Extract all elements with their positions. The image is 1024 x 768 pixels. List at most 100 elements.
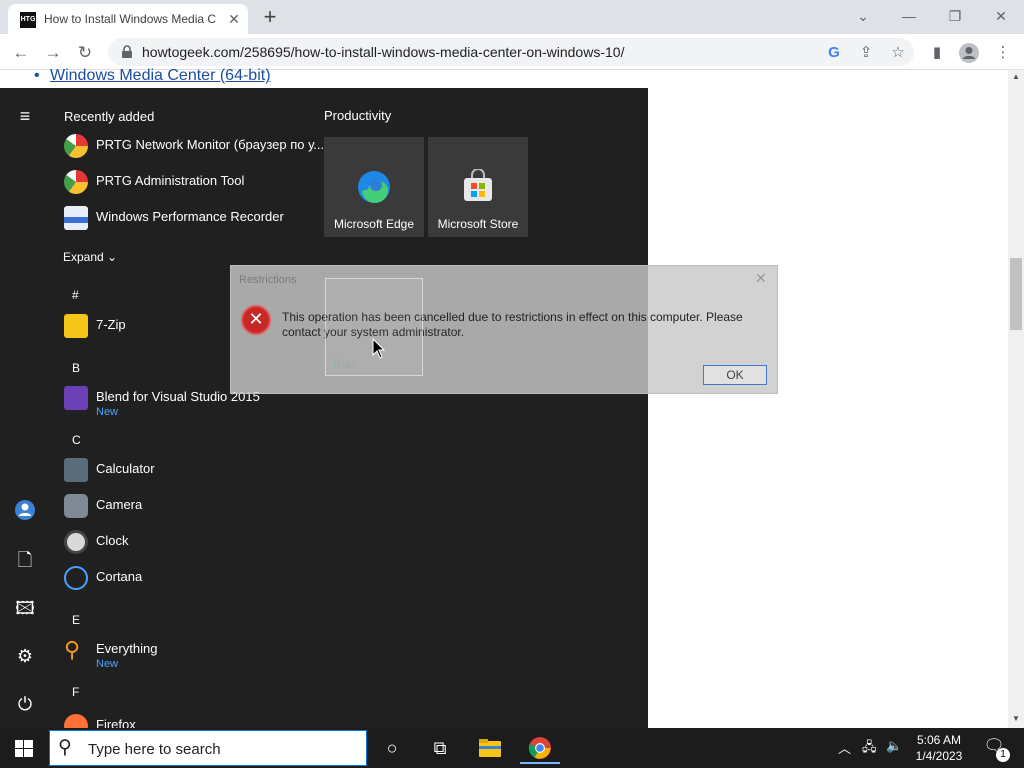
list-item[interactable]: Windows Performance Recorder xyxy=(64,204,314,240)
search-icon: ⚲ xyxy=(58,737,72,758)
close-window-button[interactable]: ✕ xyxy=(986,4,1016,28)
list-item[interactable]: PRTG Administration Tool xyxy=(64,168,314,204)
app-name: Clock xyxy=(96,533,129,548)
expand-button[interactable]: Expand ⌄ xyxy=(63,250,117,264)
tiles-group-title[interactable]: Productivity xyxy=(324,108,391,123)
firefox-icon xyxy=(64,714,88,728)
pictures-icon[interactable]: 🖾 xyxy=(12,595,38,621)
calculator-icon xyxy=(64,458,88,482)
article-link[interactable]: Windows Media Center (64-bit) xyxy=(50,67,271,85)
chevron-down-icon: ⌄ xyxy=(107,250,118,264)
list-item[interactable]: Camera xyxy=(64,492,314,528)
tile-label: Microsoft Edge xyxy=(333,217,415,231)
windows-logo-icon xyxy=(15,740,33,757)
task-view-icon[interactable]: ⧉ xyxy=(420,732,460,764)
power-icon[interactable]: ⏻ xyxy=(12,691,38,717)
expand-label: Expand xyxy=(63,250,104,264)
letter-header[interactable]: F xyxy=(72,685,79,699)
new-badge: New xyxy=(96,658,119,670)
app-name: PRTG Administration Tool xyxy=(96,173,245,188)
settings-gear-icon[interactable]: ⚙ xyxy=(12,643,38,669)
scroll-down-icon[interactable]: ▼ xyxy=(1008,714,1024,726)
list-item[interactable]: Calculator xyxy=(64,456,314,492)
back-icon[interactable]: ← xyxy=(8,40,34,66)
dialog-close-icon[interactable]: ✕ xyxy=(755,270,767,287)
bookmark-star-icon[interactable]: ☆ xyxy=(888,43,908,63)
letter-header[interactable]: B xyxy=(72,361,80,375)
app-name: PRTG Network Monitor (браузер по у... xyxy=(96,137,325,152)
restore-button[interactable]: ❐ xyxy=(940,4,970,28)
dialog-title: Restrictions xyxy=(239,274,297,286)
store-bag-icon xyxy=(464,169,492,201)
ghost-label: Run xyxy=(333,357,356,371)
performance-recorder-icon xyxy=(64,206,88,230)
tile-microsoft-store[interactable]: Microsoft Store xyxy=(428,137,528,237)
tab-bar: HTG How to Install Windows Media C ✕ + ⌄… xyxy=(0,0,1024,34)
menu-kebab-icon[interactable]: ⋮ xyxy=(992,42,1014,64)
address-bar[interactable]: howtogeek.com/258695/how-to-install-wind… xyxy=(108,38,914,66)
documents-icon[interactable]: 🗋 xyxy=(12,547,38,573)
reload-icon[interactable]: ↻ xyxy=(72,40,98,66)
show-hidden-icons-chevron-icon[interactable]: ︿ xyxy=(838,738,851,757)
browser-tab[interactable]: HTG How to Install Windows Media C ✕ xyxy=(8,4,248,34)
favicon-icon: HTG xyxy=(20,12,36,28)
list-item[interactable]: Clock xyxy=(64,528,314,564)
share-icon[interactable]: ⇪ xyxy=(856,43,876,63)
windows-start-button[interactable] xyxy=(0,728,48,768)
scrollbar-thumb[interactable] xyxy=(1010,258,1022,330)
letter-header[interactable]: # xyxy=(72,288,79,302)
list-item[interactable]: ⚲ Everything New xyxy=(64,636,314,672)
clock-time: 5:06 AM xyxy=(916,733,962,747)
search-placeholder: Type here to search xyxy=(88,741,221,758)
minimize-button[interactable]: — xyxy=(894,4,924,28)
app-name: Windows Performance Recorder xyxy=(96,209,284,224)
letter-header[interactable]: C xyxy=(72,433,81,447)
google-icon[interactable]: G xyxy=(824,43,844,63)
taskbar-search-box[interactable]: ⚲ Type here to search xyxy=(49,730,367,766)
scroll-up-icon[interactable]: ▲ xyxy=(1008,72,1024,84)
user-avatar-icon[interactable] xyxy=(12,499,38,525)
start-menu: ≡ 🗋 🖾 ⚙ ⏻ Recently added PRTG Network Mo… xyxy=(0,88,648,728)
app-name: Camera xyxy=(96,497,143,512)
list-item[interactable]: Cortana xyxy=(64,564,314,600)
tile-label: Microsoft Store xyxy=(437,217,519,231)
browser-toolbar: ← → ↻ howtogeek.com/258695/how-to-instal… xyxy=(0,34,1024,70)
volume-icon[interactable]: 🔈 xyxy=(886,738,902,754)
error-icon: ✕ xyxy=(241,305,271,335)
app-name: Cortana xyxy=(96,569,143,584)
chrome-icon[interactable] xyxy=(520,732,560,764)
folder-icon xyxy=(64,314,88,338)
system-clock[interactable]: 5:06 AM 1/4/2023 xyxy=(904,732,974,764)
mouse-cursor-icon xyxy=(372,338,386,359)
prtg-icon xyxy=(64,134,88,158)
restrictions-dialog: Restrictions ✕ ✕ This operation has been… xyxy=(230,265,778,394)
list-item[interactable]: Firefox xyxy=(64,712,314,728)
lock-icon xyxy=(122,45,132,58)
taskbar: ⚲ Type here to search ○ ⧉ ︿ 🖧 🔈 5:06 AM … xyxy=(0,728,1024,768)
side-panel-icon[interactable]: ▮ xyxy=(926,42,948,64)
scrollbar[interactable] xyxy=(1008,70,1024,728)
new-tab-button[interactable]: + xyxy=(258,6,282,30)
ok-button[interactable]: OK xyxy=(703,365,767,385)
file-explorer-icon[interactable] xyxy=(470,732,510,764)
app-name: Everything xyxy=(96,641,158,656)
network-icon[interactable]: 🖧 xyxy=(862,738,877,760)
recently-added-heading: Recently added xyxy=(64,109,155,124)
url-text[interactable]: howtogeek.com/258695/how-to-install-wind… xyxy=(142,44,624,60)
tab-search-icon[interactable]: ⌄ xyxy=(848,4,878,28)
bullet: • xyxy=(34,67,40,84)
start-rail: ≡ 🗋 🖾 ⚙ ⏻ xyxy=(0,88,48,728)
camera-icon xyxy=(64,494,88,518)
clock-icon xyxy=(64,530,88,554)
everything-search-icon: ⚲ xyxy=(64,637,81,662)
letter-header[interactable]: E xyxy=(72,613,80,627)
forward-icon[interactable]: → xyxy=(40,40,66,66)
tile-microsoft-edge[interactable]: Microsoft Edge xyxy=(324,137,424,237)
hamburger-icon[interactable]: ≡ xyxy=(12,103,38,129)
screen: HTG How to Install Windows Media C ✕ + ⌄… xyxy=(0,0,1024,768)
profile-icon[interactable] xyxy=(958,42,980,64)
edge-icon xyxy=(358,171,390,204)
cortana-button[interactable]: ○ xyxy=(372,732,412,764)
list-item[interactable]: PRTG Network Monitor (браузер по у... xyxy=(64,132,324,168)
close-tab-icon[interactable]: ✕ xyxy=(224,9,244,29)
